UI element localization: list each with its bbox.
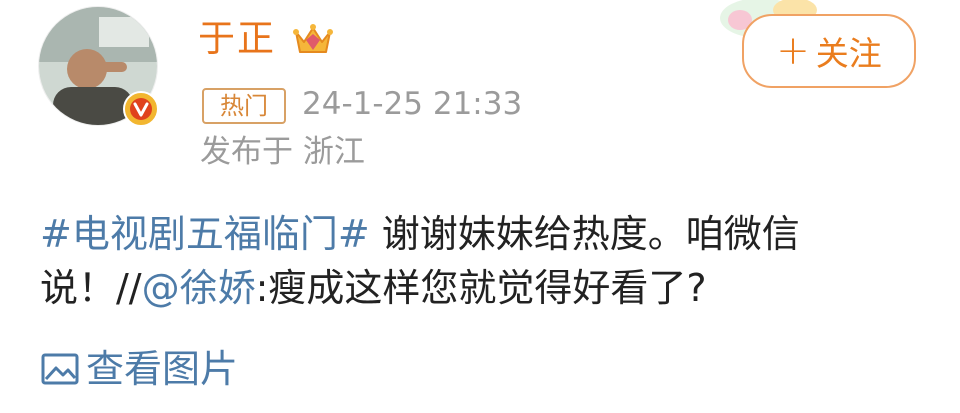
post-location: 发布于 浙江 <box>200 134 365 170</box>
mention-link[interactable]: @徐娇 <box>142 266 256 310</box>
post-text: #电视剧五福临门# 谢谢妹妹给热度。咱微信说！//@徐娇:瘦成这样您就觉得好看了… <box>40 207 920 315</box>
follow-button[interactable]: + 关注 <box>742 14 916 88</box>
crown-icon <box>293 24 333 53</box>
view-images-label: 查看图片 <box>86 347 239 391</box>
post-text-segment: :瘦成这样您就觉得好看了? <box>255 266 707 310</box>
follow-label: 关注 <box>815 34 882 73</box>
view-images-link[interactable]: 查看图片 <box>40 342 238 396</box>
hot-badge: 热门 <box>202 88 286 124</box>
username[interactable]: 于正 <box>198 14 276 64</box>
post-timestamp: 24-1-25 21:33 <box>302 86 523 122</box>
topic-link[interactable]: #电视剧五福临门# <box>40 212 370 256</box>
avatar-container[interactable] <box>38 6 162 130</box>
verified-badge-icon <box>123 91 159 127</box>
plus-icon: + <box>776 28 810 74</box>
image-icon <box>41 353 79 385</box>
